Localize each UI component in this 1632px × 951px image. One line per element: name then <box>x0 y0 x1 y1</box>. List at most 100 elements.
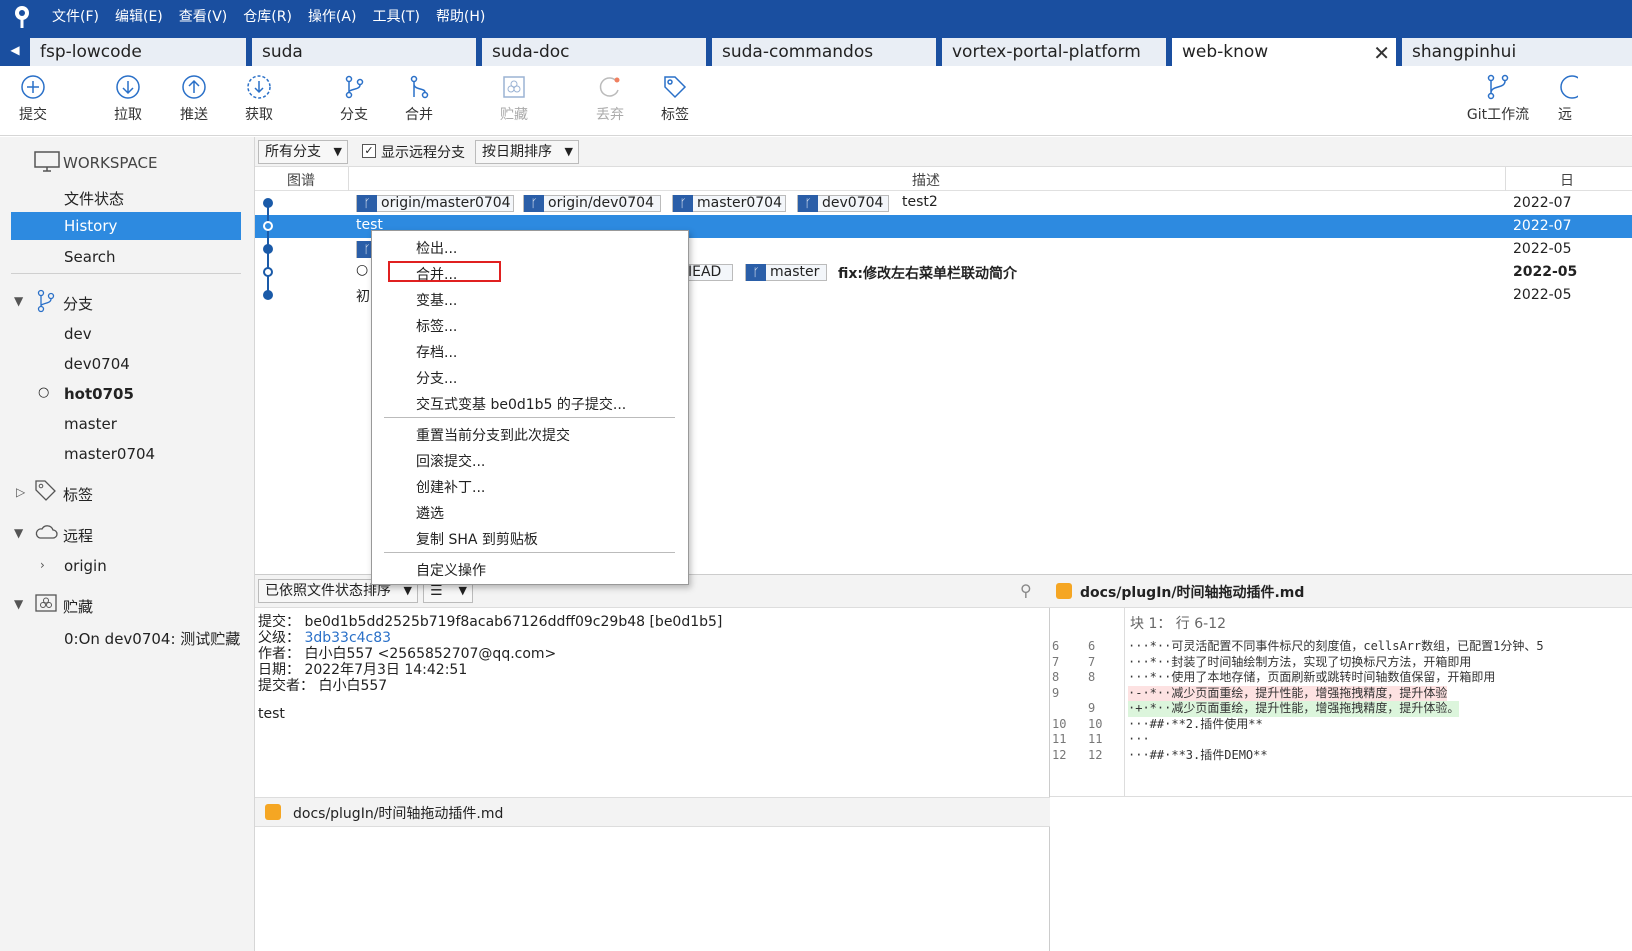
menu-help[interactable]: 帮助(H) <box>428 0 493 34</box>
menu-bar: 文件(F) 编辑(E) 查看(V) 仓库(R) 操作(A) 工具(T) 帮助(H… <box>44 0 493 34</box>
menu-view[interactable]: 查看(V) <box>171 0 236 34</box>
badge-label: IEAD <box>688 264 722 280</box>
menu-item-custom-action[interactable]: 自定义操作 <box>416 560 486 580</box>
tags-header[interactable]: 标签 <box>63 484 93 505</box>
description-column-header[interactable]: 描述 <box>912 170 940 190</box>
menu-item-checkout[interactable]: 检出... <box>416 238 457 258</box>
menu-item-tag[interactable]: 标签... <box>416 316 457 336</box>
remote-button[interactable]: 远 <box>1545 74 1585 124</box>
menu-item-reset[interactable]: 重置当前分支到此次提交 <box>416 425 570 445</box>
tab-shangpinhui[interactable]: shangpinhui <box>1402 38 1632 66</box>
chevron-right-icon[interactable]: › <box>40 558 45 572</box>
tab-scroll-left-icon[interactable]: ◀ <box>0 34 30 66</box>
changed-file-row[interactable]: docs/plugIn/时间轴拖动插件.md <box>255 797 1050 827</box>
date-column-header[interactable]: 日 <box>1560 170 1574 190</box>
stashes-header[interactable]: 贮藏 <box>63 596 93 617</box>
menu-item-rebase[interactable]: 变基... <box>416 290 457 310</box>
menu-tools[interactable]: 工具(T) <box>364 0 427 34</box>
menu-item-merge[interactable]: 合并... <box>416 264 457 284</box>
sidebar-item-branch-dev0704[interactable]: dev0704 <box>64 355 130 373</box>
sidebar-item-branch-master[interactable]: master <box>64 415 117 433</box>
menu-action[interactable]: 操作(A) <box>300 0 365 34</box>
menu-repo[interactable]: 仓库(R) <box>235 0 300 34</box>
push-button[interactable]: 推送 <box>164 74 224 124</box>
current-branch-icon: ○ <box>38 385 50 400</box>
branch-icon: ᚴ <box>798 195 818 212</box>
fetch-button[interactable]: 获取 <box>229 74 289 124</box>
diff-line-removed: 9 ·-·*··减少页面重绘，提升性能，增强拖拽精度，提升体验 <box>1050 685 1632 701</box>
tab-label: suda-doc <box>492 42 570 62</box>
list-icon: ☰ <box>430 583 443 599</box>
tab-suda-commandos[interactable]: suda-commandos <box>712 38 942 66</box>
chevron-down-icon[interactable]: ▼ <box>14 526 23 540</box>
close-tab-icon[interactable]: ✕ <box>1373 41 1390 65</box>
menu-file[interactable]: 文件(F) <box>44 0 107 34</box>
gitflow-button[interactable]: Git工作流 <box>1462 74 1534 124</box>
new-line-number: 9 <box>1088 701 1096 715</box>
sidebar-item-branch-dev[interactable]: dev <box>64 325 92 343</box>
hunk-header: 块 1： 行 6-12 <box>1130 616 1227 632</box>
pull-button[interactable]: 拉取 <box>98 74 158 124</box>
head-marker-icon: ○ <box>356 262 369 278</box>
menu-item-archive[interactable]: 存档... <box>416 342 457 362</box>
remotes-header[interactable]: 远程 <box>63 525 93 546</box>
branch-filter-value: 所有分支 <box>265 144 321 160</box>
commit-node <box>263 244 273 254</box>
sidebar-item-remote-origin[interactable]: origin <box>64 557 107 575</box>
tab-label: suda <box>262 42 303 62</box>
sidebar-item-branch-master0704[interactable]: master0704 <box>64 445 155 463</box>
menu-item-create-patch[interactable]: 创建补丁... <box>416 477 485 497</box>
diff-line-text: ···##·**2.插件使用** <box>1128 716 1263 731</box>
discard-button[interactable]: 丢弃 <box>580 74 640 124</box>
old-line-number: 10 <box>1052 716 1067 731</box>
tab-vortex-portal-platform[interactable]: vortex-portal-platform <box>942 38 1172 66</box>
badge-label: master <box>770 264 820 280</box>
branches-header[interactable]: 分支 <box>63 293 93 314</box>
chevron-down-icon[interactable]: ▼ <box>14 294 23 308</box>
chevron-right-icon[interactable]: ▷ <box>16 485 25 499</box>
tag-button[interactable]: 标签 <box>645 74 705 124</box>
diff-line: 6 6 ···*··可灵活配置不同事件标尺的刻度值，cellsArr数组，已配置1分… <box>1050 639 1632 655</box>
tag-icon <box>35 480 56 501</box>
tab-fsp-lowcode[interactable]: fsp-lowcode <box>30 38 252 66</box>
stash-label: 贮藏 <box>500 107 528 123</box>
sort-dropdown[interactable]: 按日期排序 ▼ <box>475 140 579 164</box>
branch-button[interactable]: 分支 <box>324 74 384 124</box>
diff-line: 11 11 ··· <box>1050 732 1632 748</box>
sidebar-item-branch-hot0705[interactable]: hot0705 <box>64 385 134 403</box>
menu-item-cherry-pick[interactable]: 遴选 <box>416 503 444 523</box>
merge-button[interactable]: 合并 <box>389 74 449 124</box>
commit-date: 2022-05 <box>1513 264 1578 280</box>
search-icon[interactable]: ⚲ <box>1020 581 1032 600</box>
graph-column-header[interactable]: 图谱 <box>287 170 315 190</box>
divider <box>1050 796 1632 797</box>
commit-node <box>263 221 273 231</box>
tab-suda-doc[interactable]: suda-doc <box>482 38 712 66</box>
menu-edit[interactable]: 编辑(E) <box>107 0 171 34</box>
stash-icon <box>503 76 525 98</box>
menu-item-revert[interactable]: 回滚提交... <box>416 451 485 471</box>
show-remote-checkbox[interactable]: ✓ <box>362 144 376 158</box>
menu-item-branch[interactable]: 分支... <box>416 368 457 388</box>
tab-web-know[interactable]: web-know ✕ <box>1172 38 1402 66</box>
commit-button[interactable]: 提交 <box>3 74 63 124</box>
commit-date: 2022-05 <box>1513 241 1572 257</box>
sidebar-item-history[interactable]: History <box>11 212 241 240</box>
diff-pane: docs/plugIn/时间轴拖动插件.md 块 1： 行 6-12 6 6 ···… <box>1050 574 1632 951</box>
sort-value: 按日期排序 <box>482 144 552 160</box>
tab-suda[interactable]: suda <box>252 38 482 66</box>
gitflow-icon <box>1487 74 1509 100</box>
branch-filter-dropdown[interactable]: 所有分支 ▼ <box>258 140 348 164</box>
tab-label: web-know <box>1182 42 1269 62</box>
stash-button[interactable]: 贮藏 <box>484 74 544 124</box>
sidebar-item-file-status[interactable]: 文件状态 <box>64 188 124 209</box>
commit-row[interactable]: ᚴ origin/master0704 ᚴ origin/dev0704 ᚴ mast… <box>255 192 1632 215</box>
branch-badge: ᚴ master <box>745 264 827 281</box>
menu-item-copy-sha[interactable]: 复制 SHA 到剪贴板 <box>416 529 538 549</box>
fetch-label: 获取 <box>245 107 273 123</box>
sidebar-item-search[interactable]: Search <box>64 248 116 266</box>
sidebar-item-stash[interactable]: 0:On dev0704: 测试贮藏 <box>64 628 240 649</box>
chevron-down-icon[interactable]: ▼ <box>14 597 23 611</box>
menu-item-interactive-rebase[interactable]: 交互式变基 be0d1b5 的子提交... <box>416 394 626 414</box>
diff-line: 7 7 ···*··封装了时间轴绘制方法，实现了切换标尺方法，开箱即用 <box>1050 655 1632 671</box>
